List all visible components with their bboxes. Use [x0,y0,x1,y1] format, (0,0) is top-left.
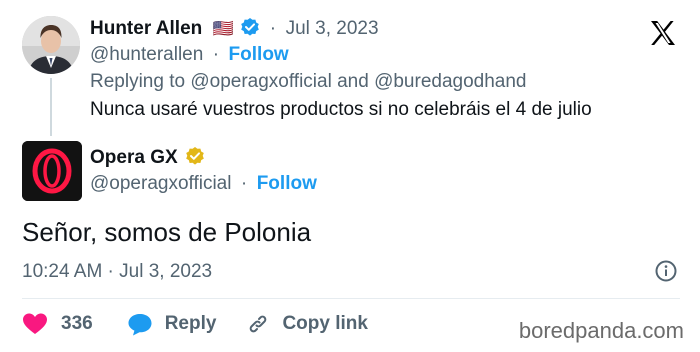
hunter-allen-avatar[interactable] [22,16,80,74]
reply-button[interactable]: Reply [127,312,217,336]
author-handle[interactable]: @operagxofficial [90,173,231,194]
follow-button[interactable]: Follow [257,173,317,194]
replying-to-handle-2[interactable]: @buredagodhand [374,71,526,92]
reply-bubble-icon [127,312,153,336]
boredpanda-watermark: boredpanda.com [518,318,684,343]
replying-to-line: Replying to @operagxofficial and @bureda… [90,71,527,93]
us-flag-icon: 🇺🇸 [212,19,234,38]
reply-tweet-text: Señor, somos de Polonia [22,217,312,247]
replying-and: and [337,71,369,92]
original-tweet-header: Hunter Allen 🇺🇸 · Jul 3, 2023 [90,17,379,42]
separator-dot: · [240,173,248,194]
thread-connector-line [50,78,52,136]
verified-gold-badge-icon [185,146,205,171]
author-name[interactable]: Hunter Allen [90,18,202,39]
separator-dot: · [212,44,220,65]
x-logo-icon[interactable] [648,18,678,48]
tweet-date[interactable]: Jul 3, 2023 [286,18,379,39]
like-count: 336 [61,313,93,334]
link-icon [246,312,270,336]
copy-link-button[interactable]: Copy link [246,312,368,336]
verified-badge-icon [240,17,260,42]
reply-label: Reply [164,313,217,334]
follow-button[interactable]: Follow [229,44,289,65]
reply-tweet-header: Opera GX [90,146,205,171]
reply-tweet-timestamp[interactable]: 10:24 AM · Jul 3, 2023 [22,261,212,283]
original-tweet-text: Nunca usaré vuestros productos si no cel… [90,99,592,120]
original-tweet-handle-row: @hunterallen · Follow [90,44,289,66]
author-handle[interactable]: @hunterallen [90,44,203,65]
opera-gx-avatar[interactable] [22,141,82,201]
like-button[interactable]: 336 [22,312,93,336]
copy-link-label: Copy link [282,313,368,334]
info-icon[interactable] [654,259,678,283]
divider [22,298,680,299]
replying-to-handle-1[interactable]: @operagxofficial [190,71,331,92]
separator-dot: · [269,18,277,39]
action-bar: 336 Reply Copy link [22,310,368,338]
author-name[interactable]: Opera GX [90,147,178,168]
heart-icon [22,312,48,336]
replying-prefix: Replying to [90,71,186,92]
reply-tweet-handle-row: @operagxofficial · Follow [90,173,317,195]
